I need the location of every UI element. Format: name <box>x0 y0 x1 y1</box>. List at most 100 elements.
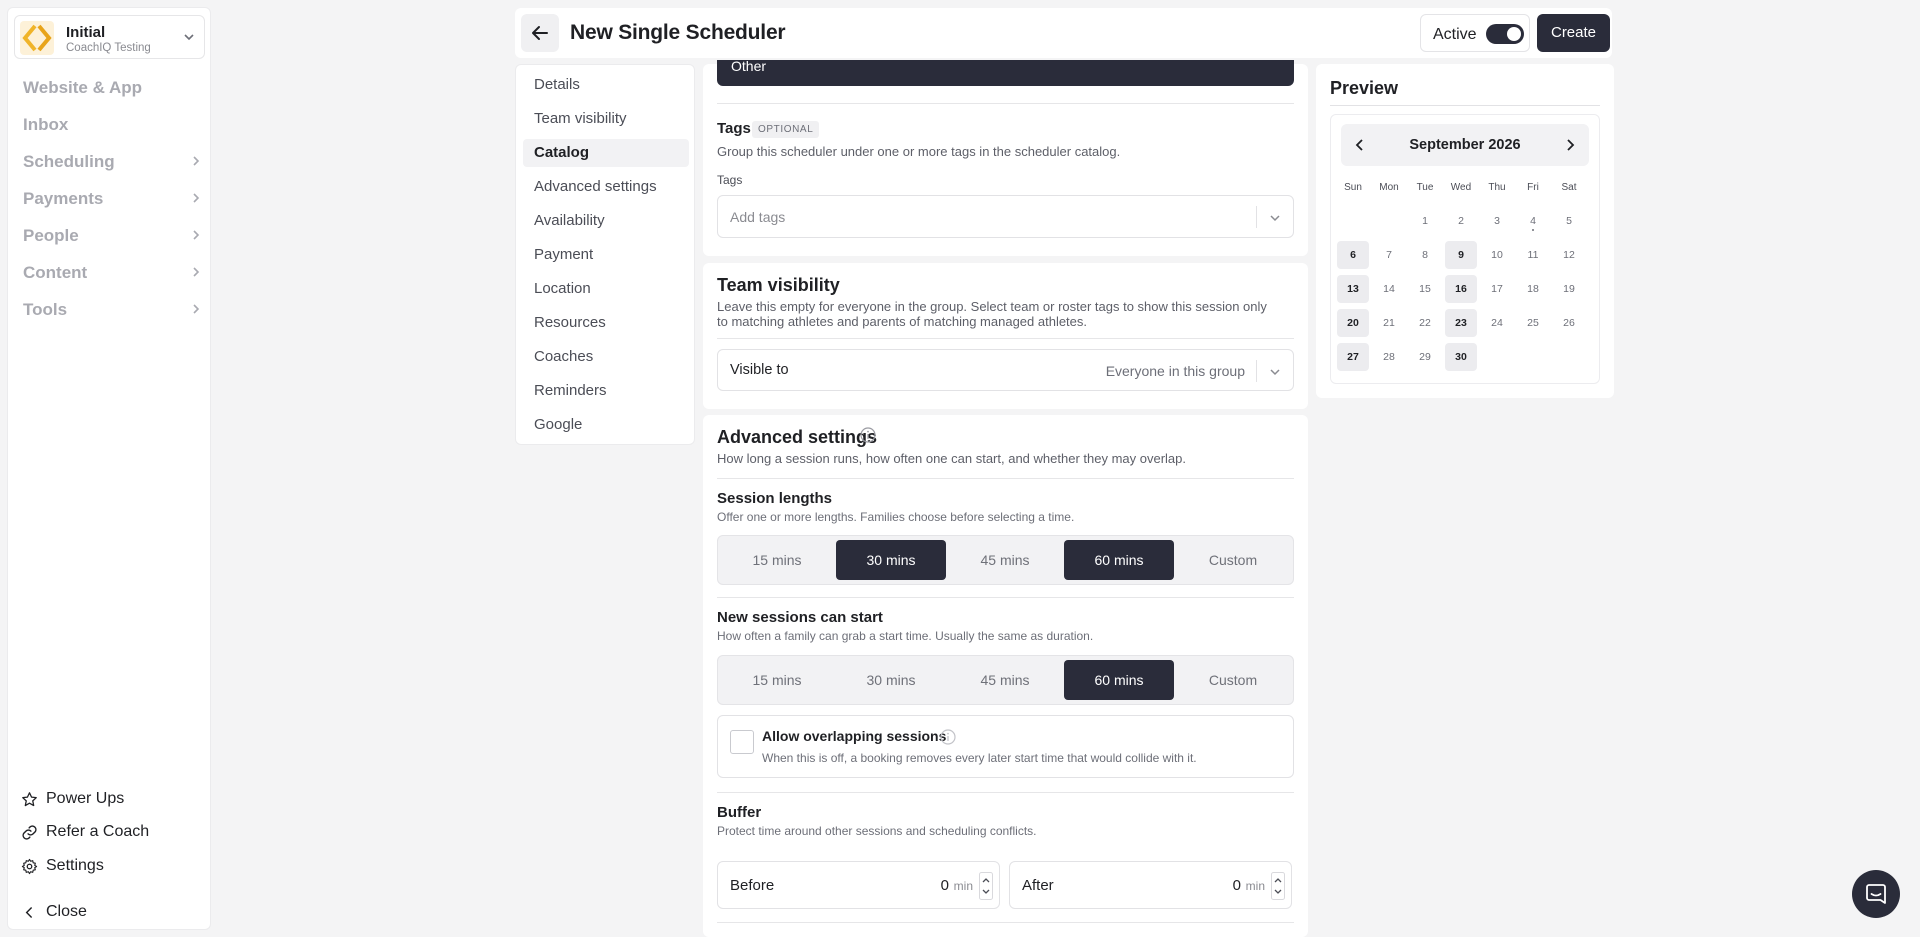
start-interval-30[interactable]: 30 mins <box>836 660 946 700</box>
info-icon[interactable] <box>940 729 956 745</box>
chevron-right-icon <box>191 303 201 315</box>
start-interval-15[interactable]: 15 mins <box>722 660 832 700</box>
active-label: Active <box>1433 26 1477 43</box>
section-nav-resources[interactable]: Resources <box>523 309 689 337</box>
calendar-day[interactable]: 9 <box>1445 241 1477 269</box>
sidebar-item-content[interactable]: Content <box>23 258 205 286</box>
advanced-settings-description: How long a session runs, how often one c… <box>717 451 1186 466</box>
sidebar-item-label: Content <box>23 263 88 282</box>
tags-select[interactable]: Add tags <box>717 195 1294 238</box>
section-nav-advanced-settings[interactable]: Advanced settings <box>523 173 689 201</box>
section-nav-availability[interactable]: Availability <box>523 207 689 235</box>
calendar-day[interactable]: 23 <box>1445 309 1477 337</box>
sidebar-item-label: Tools <box>23 300 68 319</box>
buffer-before-field[interactable]: Before 0 min <box>717 861 1000 909</box>
start-interval-45[interactable]: 45 mins <box>950 660 1060 700</box>
preview-title: Preview <box>1330 78 1399 98</box>
calendar-day[interactable]: 27 <box>1337 343 1369 371</box>
sidebar-item-tools[interactable]: Tools <box>23 295 205 323</box>
divider <box>717 922 1294 923</box>
team-visibility-card: Team visibility Leave this empty for eve… <box>703 263 1308 409</box>
buffer-title: Buffer <box>717 804 762 821</box>
section-nav-payment[interactable]: Payment <box>523 241 689 269</box>
calendar-day: 2 <box>1458 215 1464 227</box>
org-subtitle: CoachIQ Testing <box>66 42 151 54</box>
calendar-day: 15 <box>1419 283 1431 295</box>
sidebar-item-payments[interactable]: Payments <box>23 184 205 212</box>
session-lengths-description: Offer one or more lengths. Families choo… <box>717 510 1075 524</box>
session-length-45[interactable]: 45 mins <box>950 540 1060 580</box>
sidebar-item-scheduling[interactable]: Scheduling <box>23 147 205 175</box>
section-nav-coaches[interactable]: Coaches <box>523 343 689 371</box>
sidebar-item-label: Payments <box>23 189 104 208</box>
settings-link[interactable]: Settings <box>21 853 104 879</box>
session-length-15[interactable]: 15 mins <box>722 540 832 580</box>
calendar-day[interactable]: 16 <box>1445 275 1477 303</box>
calendar-day: 21 <box>1383 317 1395 329</box>
org-switcher[interactable]: Initial CoachIQ Testing <box>14 15 205 59</box>
calendar-day: 29 <box>1419 351 1431 363</box>
overlap-option: Allow overlapping sessions When this is … <box>717 715 1294 778</box>
star-icon <box>21 791 38 808</box>
chevron-left-icon <box>21 904 38 921</box>
sidebar-item-label: Inbox <box>23 115 69 134</box>
buffer-after-value: 0 <box>1232 877 1241 894</box>
sidebar-item-people[interactable]: People <box>23 221 205 249</box>
stepper-icon[interactable] <box>979 872 993 900</box>
back-button[interactable] <box>521 14 559 52</box>
divider <box>717 792 1294 793</box>
buffer-after-field[interactable]: After 0 min <box>1009 861 1292 909</box>
calendar-day: 5 <box>1566 215 1572 227</box>
start-interval-60[interactable]: 60 mins <box>1064 660 1174 700</box>
optional-badge: OPTIONAL <box>752 121 820 138</box>
weekday-header: Fri <box>1527 182 1539 193</box>
session-length-30[interactable]: 30 mins <box>836 540 946 580</box>
weekday-header: Tue <box>1416 182 1434 193</box>
active-toggle[interactable] <box>1486 24 1524 44</box>
section-nav-details[interactable]: Details <box>523 71 689 99</box>
divider <box>717 103 1294 104</box>
section-nav-google[interactable]: Google <box>523 411 689 439</box>
sidebar-item-website-app[interactable]: Website & App <box>23 73 205 101</box>
active-toggle-group: Active <box>1420 14 1530 52</box>
weekday-header: Sun <box>1344 182 1362 193</box>
calendar-day[interactable]: 30 <box>1445 343 1477 371</box>
weekday-header: Wed <box>1450 182 1472 193</box>
sidebar-item-label: Website & App <box>23 78 143 97</box>
org-name: Initial <box>66 24 106 41</box>
start-interval-custom[interactable]: Custom <box>1178 660 1288 700</box>
section-nav-catalog[interactable]: Catalog <box>523 139 689 167</box>
calendar-day: 19 <box>1563 283 1575 295</box>
calendar-day[interactable]: 13 <box>1337 275 1369 303</box>
calendar-day: 8 <box>1422 249 1428 261</box>
refer-coach-link[interactable]: Refer a Coach <box>21 819 149 845</box>
info-icon[interactable] <box>860 427 876 443</box>
settings-label: Settings <box>46 857 104 874</box>
sidebar-item-inbox[interactable]: Inbox <box>23 110 205 138</box>
catalog-option-other[interactable]: Other <box>717 60 1294 86</box>
section-nav-reminders[interactable]: Reminders <box>523 377 689 405</box>
calendar-day: 10 <box>1491 249 1503 261</box>
section-nav-location[interactable]: Location <box>523 275 689 303</box>
select-separator <box>1256 206 1257 228</box>
close-sidebar-button[interactable]: Close <box>21 899 87 925</box>
calendar-day[interactable]: 6 <box>1337 241 1369 269</box>
page-header: New Single Scheduler Active Create <box>515 8 1612 58</box>
preview-panel: Preview September 2026 Sun Mon Tue Wed Thu Fr… <box>1316 64 1614 398</box>
session-length-custom[interactable]: Custom <box>1178 540 1288 580</box>
chevron-right-icon[interactable] <box>1563 137 1577 153</box>
catalog-option-label: Other <box>731 60 767 74</box>
calendar-day[interactable]: 20 <box>1337 309 1369 337</box>
preview-calendar: September 2026 Sun Mon Tue Wed Thu Fri Sat 1 2 3 4… <box>1330 114 1600 384</box>
help-chat-button[interactable] <box>1852 870 1900 918</box>
calendar-day: 1 <box>1422 215 1428 227</box>
power-ups-link[interactable]: Power Ups <box>21 786 124 812</box>
section-nav-team-visibility[interactable]: Team visibility <box>523 105 689 133</box>
session-lengths-selector: 15 mins 30 mins 45 mins 60 mins Custom <box>717 535 1294 585</box>
gear-icon <box>21 858 38 875</box>
stepper-icon[interactable] <box>1271 872 1285 900</box>
allow-overlap-checkbox[interactable] <box>730 730 754 754</box>
session-length-60[interactable]: 60 mins <box>1064 540 1174 580</box>
visible-to-select[interactable]: Visible to Everyone in this group <box>717 349 1294 391</box>
create-button[interactable]: Create <box>1537 14 1610 52</box>
